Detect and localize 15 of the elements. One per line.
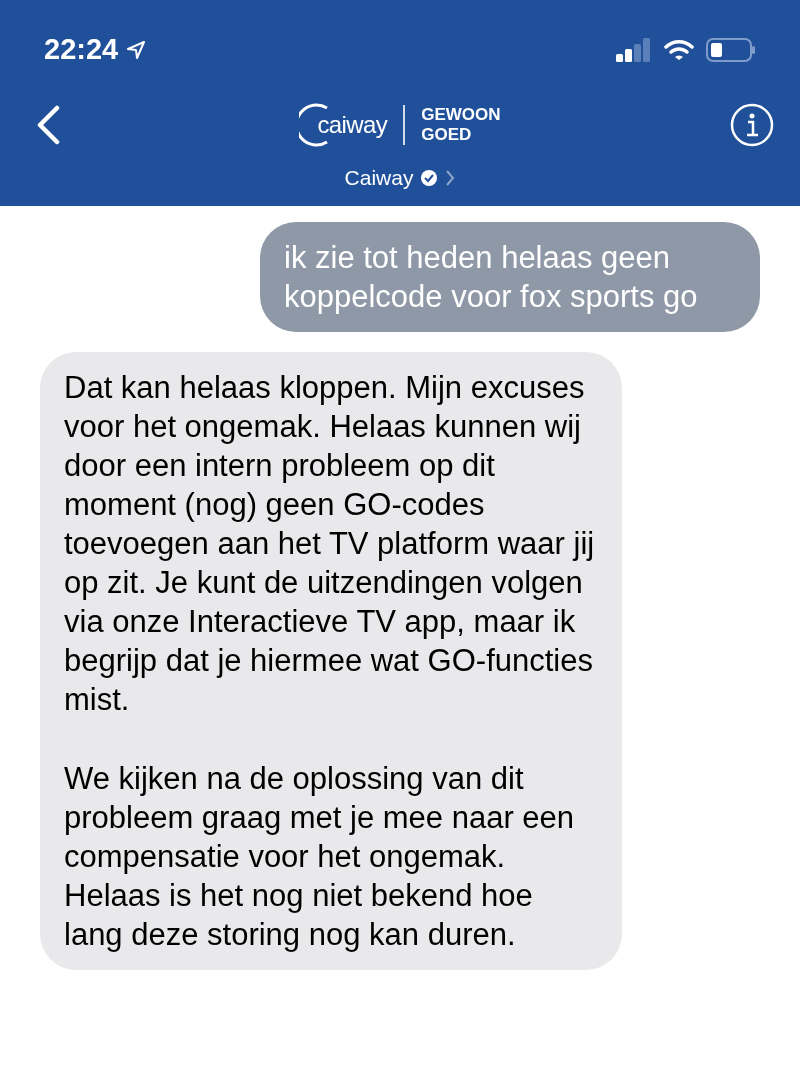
info-icon (730, 103, 774, 147)
status-time: 22:24 (44, 32, 119, 68)
back-chevron-icon (36, 105, 60, 145)
message-text: ik zie tot heden helaas geen koppelcode voor fox sports go (284, 238, 699, 316)
location-arrow-icon (126, 40, 147, 60)
signal-icon (616, 38, 652, 62)
info-button[interactable] (728, 101, 776, 149)
logo-tagline: GEWOON GOED (421, 105, 501, 145)
contact-name-link[interactable]: Caiway (344, 162, 414, 194)
logo-wordmark: caiway (317, 110, 388, 140)
message-text: Dat kan helaas kloppen. Mijn excuses voor het ongemak. Helaas kunnen wij door een intern probleem op dit moment (nog) geen GO-codes toevoegen aan het TV platform waar jij op zit. Je kunt de uitzendingen volgen via onze Interactieve TV app, maar ik begrijp dat je hiermee wat GO-functies mist. (64, 368, 596, 719)
chevron-right-icon (445, 168, 456, 187)
battery-icon (706, 38, 756, 62)
wifi-icon (664, 39, 694, 61)
message-text: We kijken na de oplossing van dit probleem graag met je mee naar een compensatie voor het ongemak. Helaas is het nog niet bekend hoe lang deze storing nog kan duren. (64, 759, 576, 954)
